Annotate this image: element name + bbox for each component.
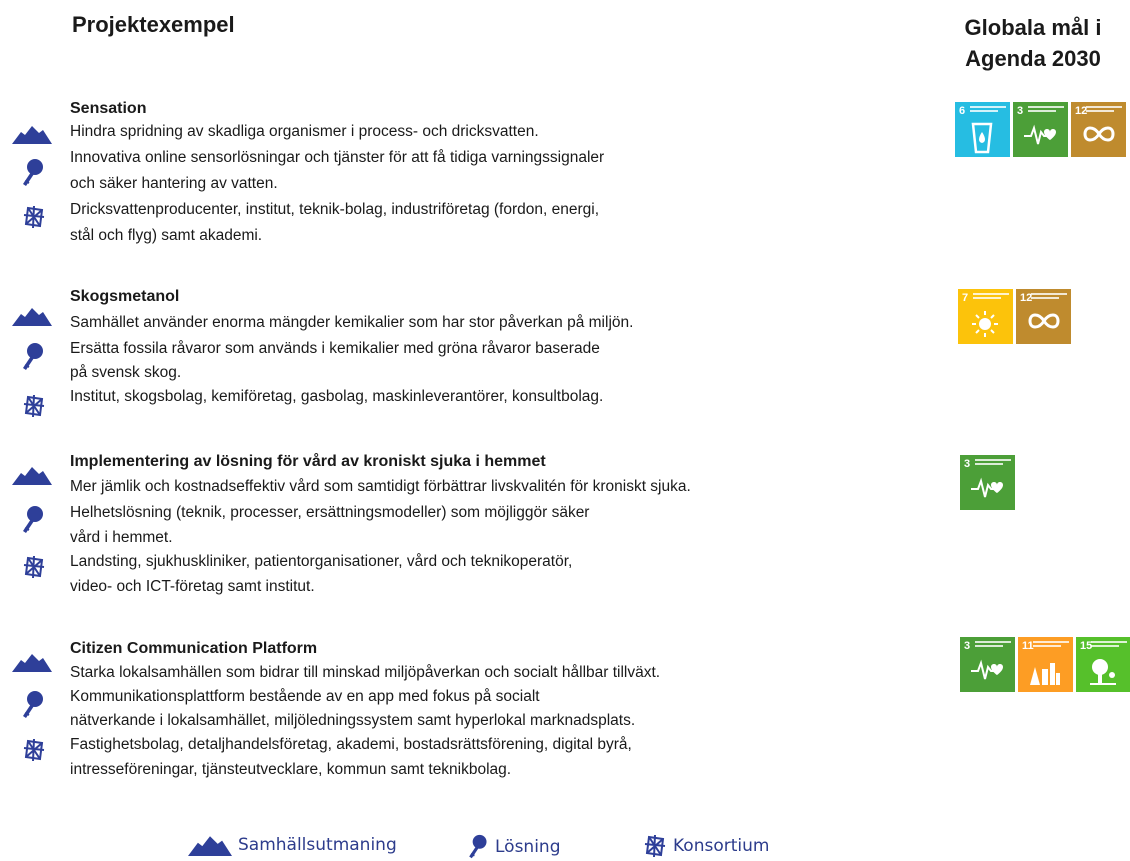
tree-icon xyxy=(1090,659,1116,685)
project-line: på svensk skog. xyxy=(70,364,182,381)
project-line: Helhetslösning (teknik, processer, ersät… xyxy=(70,504,590,521)
key-icon xyxy=(20,690,44,720)
sdg-goals-skogsmetanol: 7 12 xyxy=(958,289,1071,344)
sdg-tile-3: 3 xyxy=(1013,102,1068,157)
project-line: stål och flyg) samt akademi. xyxy=(70,227,263,244)
project-line: Kommunikationsplattform bestående av en … xyxy=(70,688,540,705)
goals-title-line-1: Globala mål i xyxy=(964,15,1102,40)
sun-power-icon xyxy=(972,311,998,337)
project-title: Sensation xyxy=(70,100,147,117)
network-icon xyxy=(22,738,46,762)
sdg-tile-12: 12 xyxy=(1071,102,1126,157)
legend-challenge-label: Samhällsutmaning xyxy=(238,835,397,855)
sdg-tile-6: 6 xyxy=(955,102,1010,157)
mountain-icon xyxy=(12,306,52,326)
network-icon xyxy=(643,834,667,858)
project-line: Landsting, sjukhuskliniker, patientorgan… xyxy=(70,553,573,570)
sdg-tile-15: 15 xyxy=(1076,637,1130,692)
goals-title: Globala mål i Agenda 2030 xyxy=(948,12,1118,74)
network-icon xyxy=(22,555,46,579)
project-line: nätverkande i lokalsamhället, miljöledni… xyxy=(70,712,636,729)
heartbeat-icon xyxy=(1024,124,1056,145)
key-icon xyxy=(20,342,44,372)
sdg-goals-citizen-communication: 3 11 15 xyxy=(960,637,1130,692)
key-icon xyxy=(20,158,44,188)
page-title: Projektexempel xyxy=(72,12,235,37)
project-line: Institut, skogsbolag, kemiföretag, gasbo… xyxy=(70,388,604,405)
project-line: Ersätta fossila råvaror som används i ke… xyxy=(70,340,600,357)
project-title: Implementering av lösning för vård av kr… xyxy=(70,453,546,470)
project-title: Citizen Communication Platform xyxy=(70,640,318,657)
legend-challenge: Samhällsutmaning xyxy=(188,834,397,856)
project-title: Skogsmetanol xyxy=(70,288,180,305)
project-line: Starka lokalsamhällen som bidrar till mi… xyxy=(70,664,661,681)
heartbeat-icon xyxy=(971,659,1003,680)
project-line: intresseföreningar, tjänsteutvecklare, k… xyxy=(70,761,512,778)
water-drop-glass-icon xyxy=(971,122,993,154)
goals-title-line-2: Agenda 2030 xyxy=(965,46,1101,71)
legend-solution: Lösning xyxy=(465,834,561,860)
heartbeat-icon xyxy=(971,477,1003,498)
mountain-icon xyxy=(12,652,52,672)
project-line: vård i hemmet. xyxy=(70,529,173,546)
infinity-icon xyxy=(1028,313,1060,329)
legend-solution-label: Lösning xyxy=(495,837,561,857)
project-line: Innovativa online sensorlösningar och tj… xyxy=(70,149,605,166)
network-icon xyxy=(22,205,46,229)
key-icon xyxy=(20,505,44,535)
mountain-icon xyxy=(12,465,52,485)
mountain-icon xyxy=(188,834,232,856)
sdg-tile-12: 12 xyxy=(1016,289,1071,344)
network-icon xyxy=(22,394,46,418)
sdg-goals-sensation: 6 3 12 xyxy=(955,102,1126,157)
infinity-icon xyxy=(1083,126,1115,142)
city-buildings-icon xyxy=(1030,663,1060,685)
project-line: Mer jämlik och kostnadseffektiv vård som… xyxy=(70,478,691,495)
sdg-tile-7: 7 xyxy=(958,289,1013,344)
project-line: video- och ICT-företag samt institut. xyxy=(70,578,315,595)
legend-consortium: Konsortium xyxy=(643,834,769,858)
mountain-icon xyxy=(12,124,52,144)
project-line: och säker hantering av vatten. xyxy=(70,175,278,192)
key-icon xyxy=(465,834,489,860)
project-line: Dricksvattenproducenter, institut, tekni… xyxy=(70,201,599,218)
sdg-tile-3: 3 xyxy=(960,455,1015,510)
project-line: Hindra spridning av skadliga organismer … xyxy=(70,123,539,140)
sdg-goals-implementering: 3 xyxy=(960,455,1015,510)
sdg-tile-3: 3 xyxy=(960,637,1015,692)
sdg-tile-11: 11 xyxy=(1018,637,1073,692)
project-line: Fastighetsbolag, detaljhandelsföretag, a… xyxy=(70,736,632,753)
legend-consortium-label: Konsortium xyxy=(673,836,770,856)
project-line: Samhället använder enorma mängder kemika… xyxy=(70,314,634,331)
